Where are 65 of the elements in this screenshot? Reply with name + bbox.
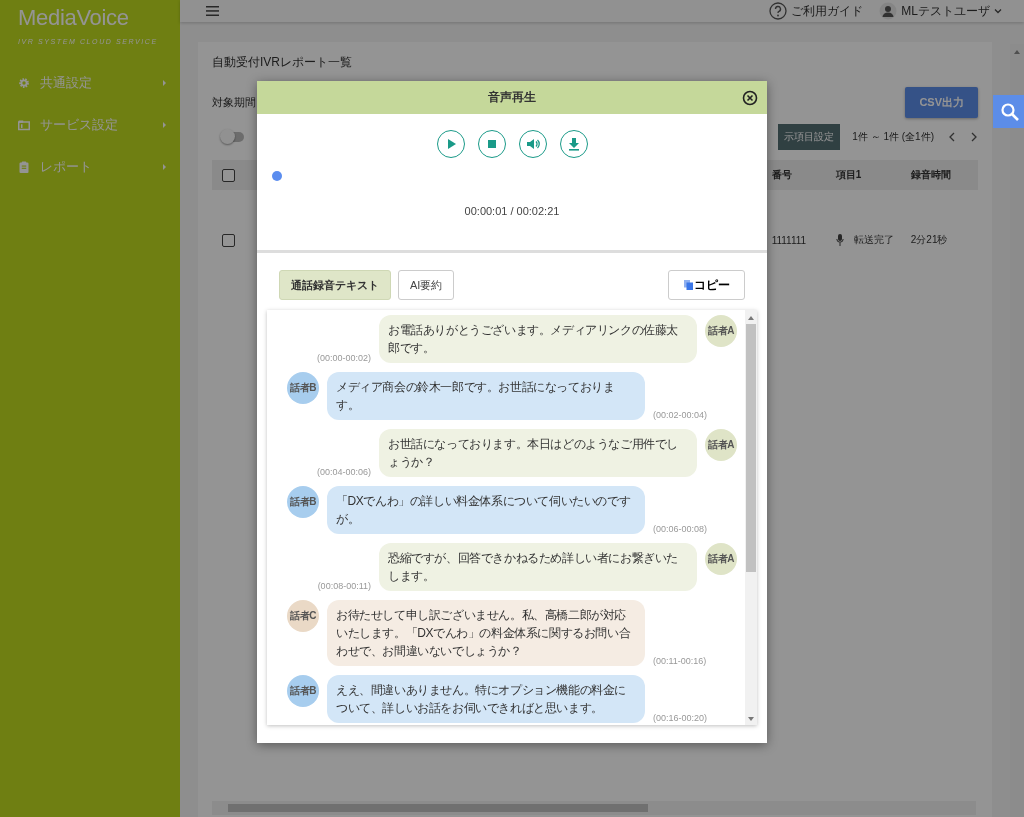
help-icon[interactable] [769,2,788,20]
speaker-avatar: 話者B [287,675,319,707]
timestamp: (00:16-00:20) [653,713,708,723]
checkbox[interactable] [222,233,236,247]
copy-icon [683,280,693,290]
building-icon [18,119,30,131]
speaker-avatar: 話者A [705,429,737,461]
column-header: 録音時間 [909,168,952,182]
table-cell-text: 1111111 [770,234,808,246]
search-button[interactable] [993,95,1024,128]
message-bubble: お待たせして申し訳ございません。私、高橋二郎が対応いたします。「DXでんわ」の料金体系に関するお問い合わせで、お間違いないでしょうか？ [327,600,645,666]
column-header: 番号 [770,168,793,182]
speaker-icon [525,137,540,151]
message-bubble: 「DXでんわ」の詳しい料金体系について伺いたいのですが。 [327,486,645,534]
logo: MediaVoice [18,6,129,30]
table-cell-text: 2分21秒 [909,233,949,247]
timestamp: (00:08-00:11) [317,581,371,591]
tab[interactable]: AI要約 [398,270,455,300]
paging-text: 1件 ～ 1件 (全1件) [852,130,934,144]
timestamp: (00:11-00:16) [653,656,707,666]
scrollbar[interactable] [212,801,976,815]
table-cell: 転送完了 [853,233,894,247]
timestamp: (00:02-00:04) [653,410,708,420]
column-settings-button[interactable]: 示項目設定 [778,124,841,150]
user-avatar-icon [879,2,898,20]
menu-icon[interactable] [206,6,219,16]
timestamp: (00:00-00:02) [316,353,371,363]
download-icon [566,137,581,151]
search-icon [1000,101,1020,122]
toggle-switch[interactable] [222,132,244,142]
message-bubble: メディア商会の鈴木一郎です。お世話になっております。 [327,372,645,420]
playback-time: 00:00:01 / 00:02:21 [464,205,560,217]
seek-thumb[interactable] [272,171,283,181]
chevron-right-icon[interactable] [970,132,978,142]
speaker-avatar: 話者A [705,315,737,347]
copy-button[interactable]: コピー [668,270,745,300]
speaker-avatar: 話者B [287,486,319,518]
stop-button[interactable] [477,130,506,158]
download-button[interactable] [559,130,588,158]
gear-icon [18,77,30,89]
speaker-avatar: 話者C [287,600,319,632]
column-header: 項目1 [834,168,863,182]
microphone-icon[interactable] [835,234,844,246]
clipboard-icon [18,161,30,173]
dialog-title: 音声再生 [488,89,536,106]
volume-button[interactable] [518,130,547,158]
message-bubble: お世話になっております。本日はどのようなご用件でしょうか？ [379,429,697,477]
speaker-avatar: 話者B [287,372,319,404]
period-label: 対象期間 [212,95,256,110]
tab[interactable]: 通話録音テキスト [279,270,391,300]
close-icon[interactable] [742,90,758,106]
checkbox[interactable] [222,168,236,182]
speaker-avatar: 話者A [705,543,737,575]
caret-icon[interactable] [994,8,1002,14]
scrollbar[interactable] [745,310,757,725]
message-bubble: 恐縮ですが、回答できかねるため詳しい者にお繋ぎいたします。 [379,543,697,591]
message-bubble: ええ、間違いありません。特にオプション機能の料金について、詳しいお話をお伺いできればと思います。 [327,675,645,723]
user-name[interactable]: MLテストユーザ [901,2,990,20]
play-button[interactable] [436,130,465,158]
timestamp: (00:04-00:06) [316,467,371,477]
timestamp: (00:06-00:08) [653,524,708,534]
help-link[interactable]: ご利用ガイド [791,2,864,20]
page-title: 自動受付IVRレポート一覧 [212,54,353,71]
message-bubble: お電話ありがとうございます。メディアリンクの佐藤太郎です。 [379,315,697,363]
chevron-left-icon[interactable] [948,132,956,142]
